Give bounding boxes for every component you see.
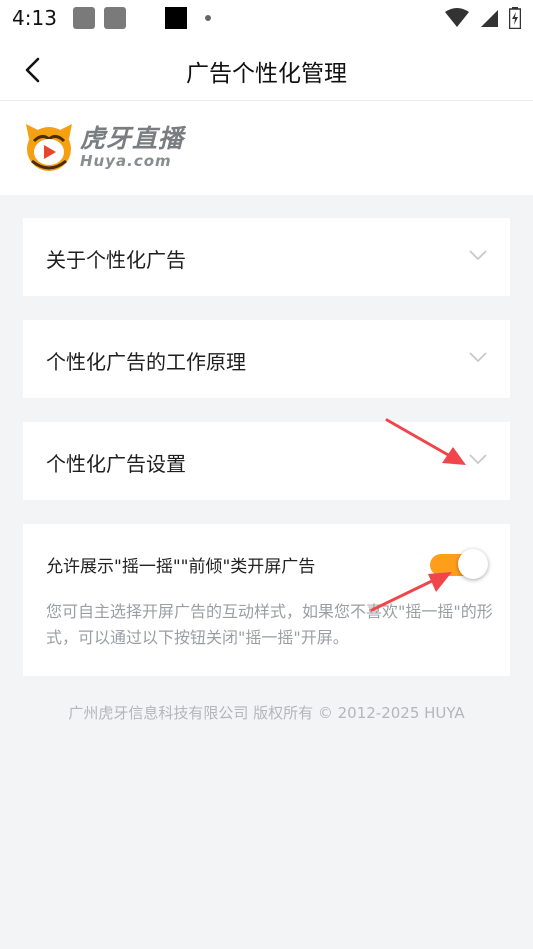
notification-icon xyxy=(72,7,95,29)
page-title: 广告个性化管理 xyxy=(186,61,347,87)
more-notifications-icon xyxy=(204,15,211,21)
battery-icon xyxy=(509,7,521,29)
notification-icon xyxy=(103,7,126,29)
shake-ad-description: 您可自主选择开屏广告的互动样式，如果您不喜欢"摇一摇"的形式，可以通过以下按钮关… xyxy=(46,602,493,647)
logo-area: 虎牙直播 Huya.com xyxy=(0,101,533,195)
huya-mascot-icon xyxy=(26,124,72,171)
logo-text-cn: 虎牙直播 xyxy=(80,123,185,153)
section-label: 个性化广告的工作原理 xyxy=(46,350,246,374)
section-label: 关于个性化广告 xyxy=(46,248,186,272)
section-label: 个性化广告设置 xyxy=(46,452,186,476)
status-time: 4:13 xyxy=(12,6,57,30)
wifi-icon xyxy=(445,8,469,27)
section-ad-settings[interactable]: 个性化广告设置 xyxy=(23,422,510,500)
chevron-down-icon xyxy=(469,352,487,363)
shake-ad-toggle[interactable] xyxy=(430,549,488,579)
logo-text-en: Huya.com xyxy=(80,151,172,170)
chevron-down-icon xyxy=(469,454,487,465)
notification-icon xyxy=(164,7,187,29)
section-how-it-works[interactable]: 个性化广告的工作原理 xyxy=(23,320,510,398)
copyright-footer: 广州虎牙信息科技有限公司 版权所有 © 2012-2025 HUYA xyxy=(68,704,465,722)
section-about-personalized-ads[interactable]: 关于个性化广告 xyxy=(23,218,510,296)
toggle-knob xyxy=(458,549,488,579)
chevron-down-icon xyxy=(469,250,487,261)
huya-logo: 虎牙直播 Huya.com xyxy=(22,121,184,173)
shake-ad-toggle-label: 允许展示"摇一摇""前倾"类开屏广告 xyxy=(46,557,316,577)
status-bar: 4:13 xyxy=(0,0,533,36)
signal-icon xyxy=(481,10,498,27)
shake-ad-setting-card: 允许展示"摇一摇""前倾"类开屏广告 您可自主选择开屏广告的互动样式，如果您不喜… xyxy=(23,524,510,676)
nav-bar: 广告个性化管理 xyxy=(0,36,533,101)
